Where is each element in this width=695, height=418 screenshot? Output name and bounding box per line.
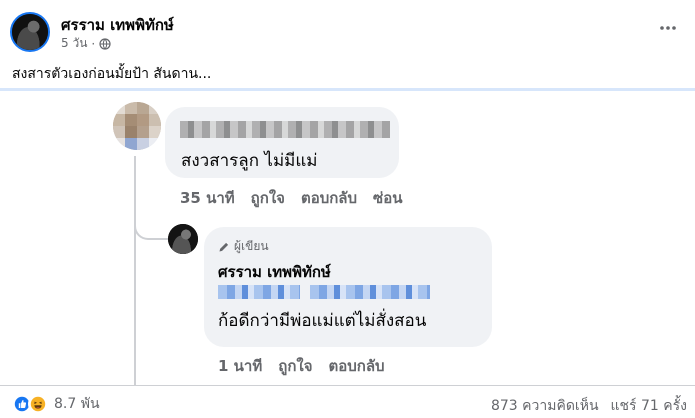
haha-icon [28, 394, 48, 414]
comment-count[interactable]: 873 ความคิดเห็น [491, 395, 599, 417]
reply-actions: 1 นาที ถูกใจ ตอบกลับ [218, 354, 385, 378]
commenter-name-blurred [180, 121, 390, 138]
like-link[interactable]: ถูกใจ [278, 354, 312, 378]
more-options-icon[interactable] [658, 18, 678, 38]
comment-text: สงวสารลูก ไม่มีแม่ [181, 151, 318, 171]
post-author-avatar[interactable] [10, 12, 50, 52]
like-link[interactable]: ถูกใจ [251, 186, 285, 210]
post-time[interactable]: 5 วัน [61, 34, 87, 53]
avatar-image [12, 14, 48, 50]
share-count[interactable]: แชร์ 71 ครั้ง [611, 395, 687, 417]
reply-link[interactable]: ตอบกลับ [301, 186, 357, 210]
meta-separator: · [91, 36, 96, 51]
comment-time[interactable]: 35 นาที [180, 186, 235, 210]
avatar-image [168, 224, 198, 254]
comment-actions: 35 นาที ถูกใจ ตอบกลับ ซ่อน [180, 186, 402, 210]
reply-author-avatar[interactable] [168, 224, 198, 254]
post-stats: 873 ความคิดเห็น แชร์ 71 ครั้ง [491, 395, 687, 417]
thread-line [134, 156, 136, 385]
pencil-icon [219, 241, 230, 251]
tagged-name-blurred [218, 285, 300, 299]
commenter-avatar-blurred [113, 102, 161, 150]
reply-author-name[interactable]: ศรราม เทพพิทักษ์ [218, 260, 331, 284]
post-meta: 5 วัน · [61, 34, 111, 53]
tagged-name-blurred [310, 285, 430, 299]
reply-text: ก้อดีกว่ามีพ่อแม่แต่ไม่สั่งสอน [218, 311, 427, 331]
comment-bubble: สงวสารลูก ไม่มีแม่ [165, 107, 399, 178]
reactions-summary[interactable]: 8.7 พัน [12, 393, 100, 415]
author-badge: ผู้เขียน [218, 237, 269, 256]
reply-time[interactable]: 1 นาที [218, 354, 262, 378]
image-top-edge [0, 88, 695, 91]
reply-link[interactable]: ตอบกลับ [329, 354, 385, 378]
hide-link[interactable]: ซ่อน [373, 186, 402, 210]
footer-divider [0, 385, 695, 386]
reply-bubble: ผู้เขียน ศรราม เทพพิทักษ์ ก้อดีกว่ามีพ่อ… [204, 227, 492, 347]
thread-connector [134, 210, 168, 240]
author-badge-label: ผู้เขียน [234, 239, 269, 253]
post-text: สงสารตัวเองก่อนมั้ยป้า สันดาน... [12, 66, 212, 82]
reaction-count[interactable]: 8.7 พัน [54, 393, 100, 415]
post-image[interactable]: สงวสารลูก ไม่มีแม่ 35 นาที ถูกใจ ตอบกลับ… [0, 88, 695, 385]
globe-icon [99, 37, 111, 50]
